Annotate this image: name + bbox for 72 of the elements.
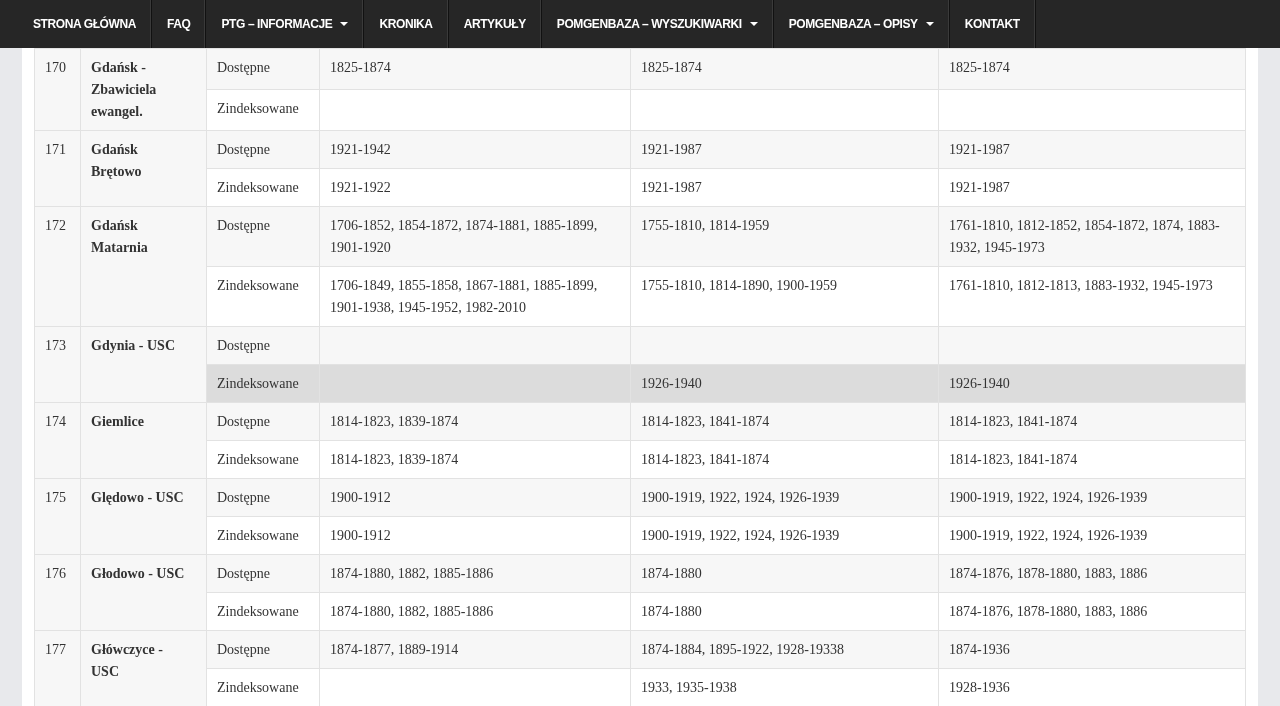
table-cell: Dostępne (206, 206, 320, 267)
table-cell: 171 (34, 130, 81, 207)
table-cell: Dostępne (206, 130, 320, 169)
table-cell: 1933, 1935-1938 (630, 668, 939, 706)
table-cell: Zindeksowane (206, 592, 320, 631)
table-cell: 1900-1912 (319, 478, 631, 517)
table-cell: 1874-1877, 1889-1914 (319, 630, 631, 669)
table-cell: 1874-1880 (630, 554, 939, 593)
table-cell: 175 (34, 478, 81, 555)
table-cell: Gdynia - USC (80, 326, 207, 403)
table-cell: Dostępne (206, 402, 320, 441)
table-cell: Zindeksowane (206, 668, 320, 706)
table-cell: Dostępne (206, 554, 320, 593)
table-cell: 1814-1823, 1841-1874 (630, 402, 939, 441)
table-cell: 1814-1823, 1841-1874 (938, 402, 1246, 441)
table-cell: 1706-1852, 1854-1872, 1874-1881, 1885-1899, 1901-1920 (319, 206, 631, 267)
table-cell: Giemlice (80, 402, 207, 479)
table-cell: 173 (34, 326, 81, 403)
table-cell: Dostępne (206, 326, 320, 365)
table-cell: 1900-1912 (319, 516, 631, 555)
table-cell: Zindeksowane (206, 440, 320, 479)
table-cell: 1755-1810, 1814-1959 (630, 206, 939, 267)
table-cell: Gdańsk Matarnia (80, 206, 207, 327)
table-cell: 1874-1936 (938, 630, 1246, 669)
table-cell: 1921-1942 (319, 130, 631, 169)
table-cell: 1921-1922 (319, 168, 631, 207)
table-cell: 1921-1987 (630, 168, 939, 207)
table-cell: Główczyce - USC (80, 630, 207, 706)
table-cell: 177 (34, 630, 81, 706)
table-cell: Dostępne (206, 630, 320, 669)
table-cell: 1874-1880, 1882, 1885-1886 (319, 592, 631, 631)
table-cell: Gdańsk Brętowo (80, 130, 207, 207)
table-cell: 1921-1987 (630, 130, 939, 169)
table-cell: 1921-1987 (938, 168, 1246, 207)
table-cell: 1825-1874 (938, 48, 1246, 90)
table-cell: 1761-1810, 1812-1813, 1883-1932, 1945-1973 (938, 266, 1246, 327)
table-cell: Dostępne (206, 478, 320, 517)
table-cell: 1874-1880 (630, 592, 939, 631)
table-cell: 176 (34, 554, 81, 631)
table-cell: 1874-1876, 1878-1880, 1883, 1886 (938, 554, 1246, 593)
table-cell: Głodowo - USC (80, 554, 207, 631)
table-cell: Ględowo - USC (80, 478, 207, 555)
table-cell: 1814-1823, 1841-1874 (630, 440, 939, 479)
table-cell: 1825-1874 (319, 48, 631, 90)
table-cell: 1814-1823, 1841-1874 (938, 440, 1246, 479)
table-cell: 1926-1940 (938, 364, 1246, 403)
table-cell: 1874-1876, 1878-1880, 1883, 1886 (938, 592, 1246, 631)
table-cell: 1874-1880, 1882, 1885-1886 (319, 554, 631, 593)
table-cell: 1921-1987 (938, 130, 1246, 169)
table-cell: 1900-1919, 1922, 1924, 1926-1939 (630, 478, 939, 517)
table-cell: 1814-1823, 1839-1874 (319, 402, 631, 441)
table-cell: 172 (34, 206, 81, 327)
table-cell: Zindeksowane (206, 364, 320, 403)
table-cell: Gdańsk - Zbawiciela ewangel. (80, 48, 207, 131)
table-cell: 170 (34, 48, 81, 131)
table-cell: Zindeksowane (206, 266, 320, 327)
table-cell: 1755-1810, 1814-1890, 1900-1959 (630, 266, 939, 327)
table-cell: 1874-1884, 1895-1922, 1928-19338 (630, 630, 939, 669)
table-cell: 1926-1940 (630, 364, 939, 403)
table-cell: 1825-1874 (630, 48, 939, 90)
table-cell: 1761-1810, 1812-1852, 1854-1872, 1874, 1883-1932, 1945-1973 (938, 206, 1246, 267)
table-cell: 1814-1823, 1839-1874 (319, 440, 631, 479)
table-cell: Zindeksowane (206, 168, 320, 207)
table-cell: Dostępne (206, 48, 320, 90)
table-cell: 1900-1919, 1922, 1924, 1926-1939 (630, 516, 939, 555)
table-cell: 1900-1919, 1922, 1924, 1926-1939 (938, 478, 1246, 517)
table-cell: Zindeksowane (206, 89, 320, 131)
table-cell: 1900-1919, 1922, 1924, 1926-1939 (938, 516, 1246, 555)
table-cell: 174 (34, 402, 81, 479)
table-cell: Zindeksowane (206, 516, 320, 555)
table-cell: 1928-1936 (938, 668, 1246, 706)
table-cell: 1706-1849, 1855-1858, 1867-1881, 1885-1899, 1901-1938, 1945-1952, 1982-2010 (319, 266, 631, 327)
